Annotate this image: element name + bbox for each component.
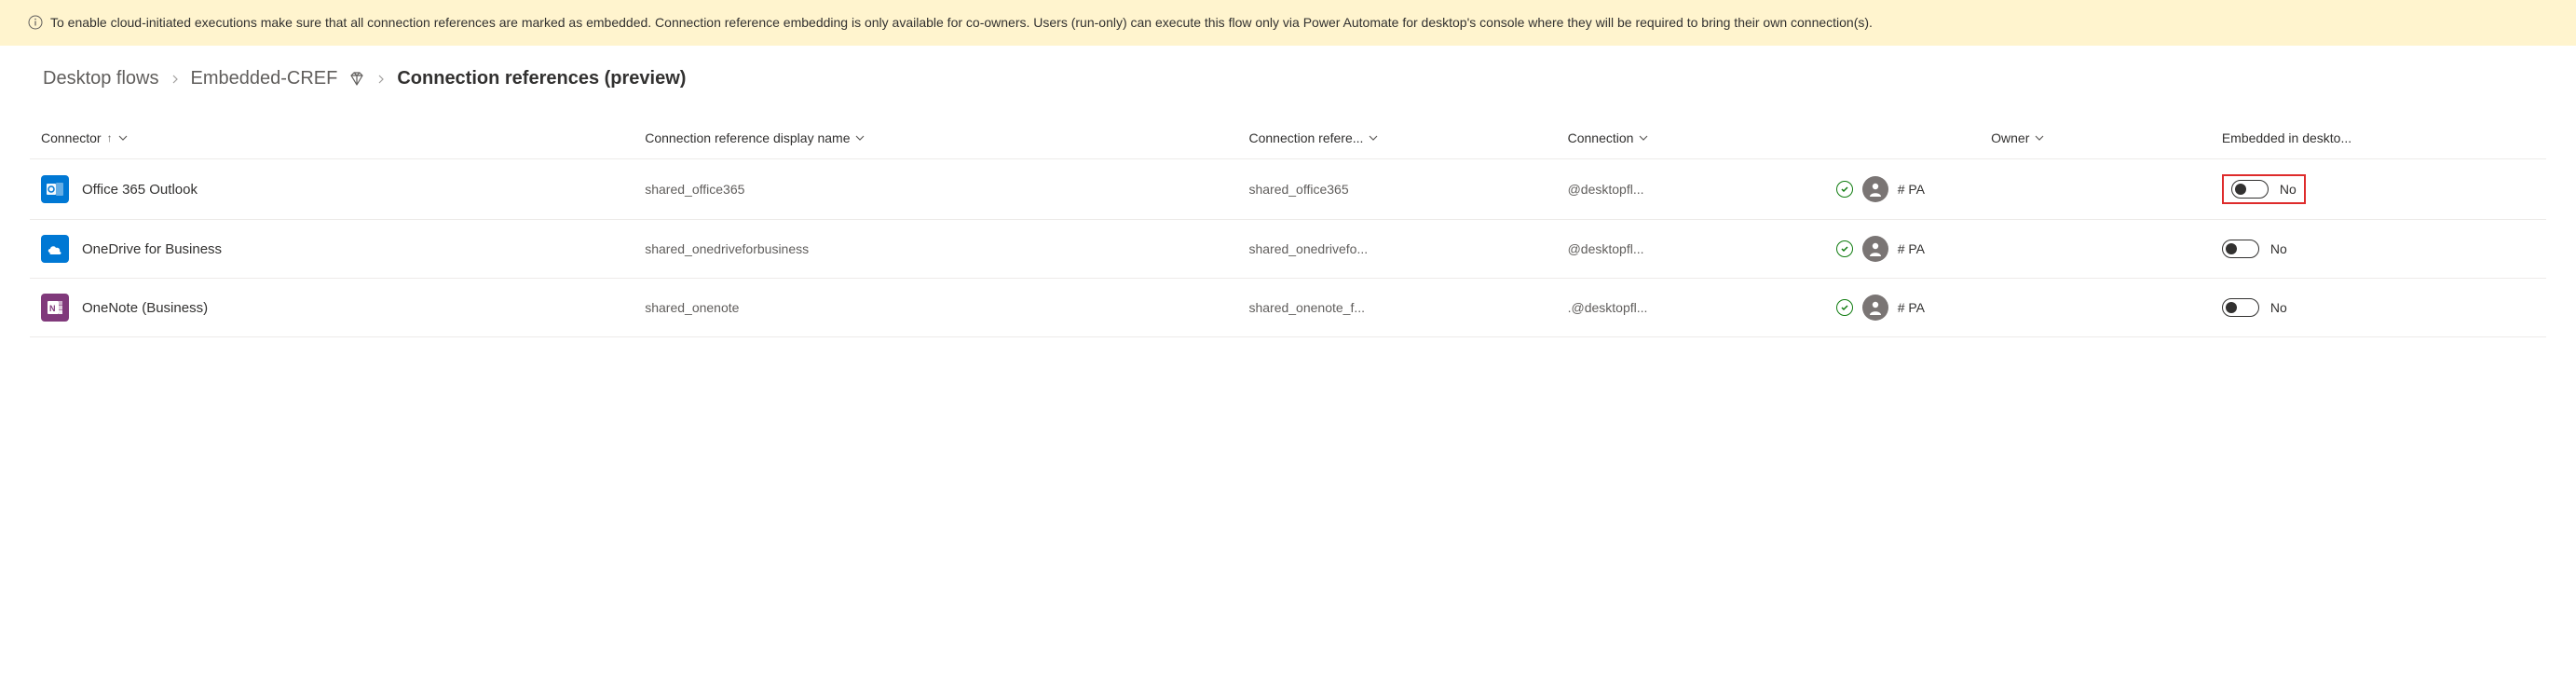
chevron-down-icon — [855, 133, 865, 144]
connector-icon — [41, 235, 69, 263]
toggle-label: No — [2280, 182, 2297, 197]
column-header-display-name[interactable]: Connection reference display name — [634, 117, 1237, 159]
display-name-cell: shared_onenote — [634, 279, 1237, 337]
owner-name: # PA — [1898, 182, 1925, 197]
table-row: N OneNote (Business) shared_onenoteshared_… — [30, 279, 2546, 337]
banner-text: To enable cloud-initiated executions mak… — [50, 15, 1873, 30]
connector-icon — [41, 175, 69, 203]
table-row: Office 365 Outlook shared_office365shared… — [30, 159, 2546, 220]
column-header-connection[interactable]: Connection — [1557, 117, 1825, 159]
status-ok-icon — [1836, 240, 1853, 257]
connector-icon: N — [41, 294, 69, 322]
chevron-down-icon — [1369, 133, 1378, 144]
status-ok-icon — [1836, 181, 1853, 198]
reference-cell: shared_office365 — [1237, 159, 1556, 220]
column-header-connector[interactable]: Connector ↑ — [30, 117, 634, 159]
connection-cell: @desktopfl... — [1557, 220, 1825, 279]
table-row: OneDrive for Business shared_onedriveforb… — [30, 220, 2546, 279]
breadcrumb-flow[interactable]: Embedded-CREF — [191, 68, 338, 89]
display-name-cell: shared_onedriveforbusiness — [634, 220, 1237, 279]
status-ok-icon — [1836, 299, 1853, 316]
connection-cell: @desktopfl... — [1557, 159, 1825, 220]
owner-name: # PA — [1898, 241, 1925, 256]
sort-ascending-icon: ↑ — [107, 131, 113, 144]
connector-name[interactable]: OneNote (Business) — [82, 300, 208, 316]
info-icon — [28, 15, 43, 30]
avatar — [1862, 295, 1888, 321]
column-header-reference[interactable]: Connection refere... — [1237, 117, 1556, 159]
owner-name: # PA — [1898, 300, 1925, 315]
breadcrumb-root[interactable]: Desktop flows — [43, 68, 159, 89]
avatar — [1862, 176, 1888, 202]
breadcrumb-current: Connection references (preview) — [397, 68, 686, 89]
chevron-down-icon — [1639, 133, 1648, 144]
reference-cell: shared_onedrivefo... — [1237, 220, 1556, 279]
embedded-toggle[interactable] — [2231, 180, 2269, 199]
embedded-toggle[interactable] — [2222, 298, 2259, 317]
chevron-right-icon — [170, 72, 180, 87]
info-banner: To enable cloud-initiated executions mak… — [0, 0, 2576, 46]
avatar — [1862, 236, 1888, 262]
connector-name[interactable]: OneDrive for Business — [82, 241, 222, 257]
chevron-down-icon — [118, 133, 128, 144]
premium-diamond-icon — [348, 71, 365, 88]
embedded-toggle[interactable] — [2222, 240, 2259, 258]
svg-text:N: N — [49, 304, 56, 313]
column-header-owner[interactable]: Owner — [1825, 117, 2211, 159]
connection-references-table: Connector ↑ Connection reference display… — [30, 117, 2546, 337]
chevron-right-icon — [376, 72, 386, 87]
toggle-label: No — [2270, 241, 2287, 256]
reference-cell: shared_onenote_f... — [1237, 279, 1556, 337]
toggle-label: No — [2270, 300, 2287, 315]
connector-name[interactable]: Office 365 Outlook — [82, 182, 198, 198]
table-container: Connector ↑ Connection reference display… — [0, 106, 2576, 337]
display-name-cell: shared_office365 — [634, 159, 1237, 220]
chevron-down-icon — [2035, 133, 2044, 144]
highlight-box: No — [2222, 174, 2306, 204]
breadcrumb: Desktop flows Embedded-CREF Connection r… — [0, 46, 2576, 106]
connection-cell: .@desktopfl... — [1557, 279, 1825, 337]
column-header-embedded[interactable]: Embedded in deskto... — [2211, 117, 2546, 159]
